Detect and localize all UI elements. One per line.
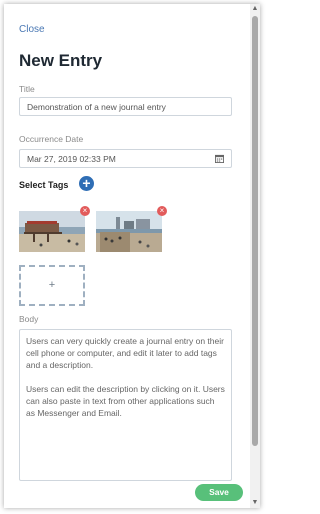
- title-input-value: Demonstration of a new journal entry: [27, 102, 166, 112]
- close-circle-icon: ×: [82, 206, 88, 215]
- close-link[interactable]: Close: [19, 24, 45, 35]
- body-textarea[interactable]: Users can very quickly create a journal …: [19, 329, 232, 481]
- attached-photo-beach-pier[interactable]: [19, 211, 85, 252]
- scroll-thumb[interactable]: [252, 16, 258, 446]
- scroll-down-icon[interactable]: ▼: [250, 498, 260, 508]
- save-button[interactable]: Save: [195, 484, 243, 501]
- occurrence-date-value: Mar 27, 2019 02:33 PM: [27, 154, 116, 164]
- add-tag-button[interactable]: +: [79, 176, 94, 191]
- scroll-up-icon[interactable]: ▲: [250, 4, 260, 14]
- new-entry-window: Close New Entry Title Demonstration of a…: [4, 4, 260, 508]
- title-label: Title: [19, 84, 35, 94]
- page-title: New Entry: [19, 51, 103, 70]
- vertical-scrollbar[interactable]: ▲ ▼: [250, 4, 260, 508]
- remove-photo-1-button[interactable]: ×: [80, 206, 90, 216]
- occurrence-date-input[interactable]: Mar 27, 2019 02:33 PM: [19, 149, 232, 168]
- body-paragraph: Users can very quickly create a journal …: [26, 336, 224, 370]
- calendar-icon[interactable]: [215, 154, 224, 163]
- occurrence-date-label: Occurrence Date: [19, 134, 84, 144]
- title-input[interactable]: Demonstration of a new journal entry: [19, 97, 232, 116]
- add-photo-button[interactable]: +: [19, 265, 85, 306]
- close-circle-icon: ×: [159, 206, 165, 215]
- select-tags-label: Select Tags: [19, 180, 69, 190]
- remove-photo-2-button[interactable]: ×: [157, 206, 167, 216]
- plus-circle-icon: +: [82, 175, 91, 191]
- plus-icon: +: [48, 279, 56, 291]
- body-label: Body: [19, 314, 39, 324]
- body-paragraph: Users can edit the description by clicki…: [26, 384, 225, 418]
- attached-photo-boardwalk[interactable]: [96, 211, 162, 252]
